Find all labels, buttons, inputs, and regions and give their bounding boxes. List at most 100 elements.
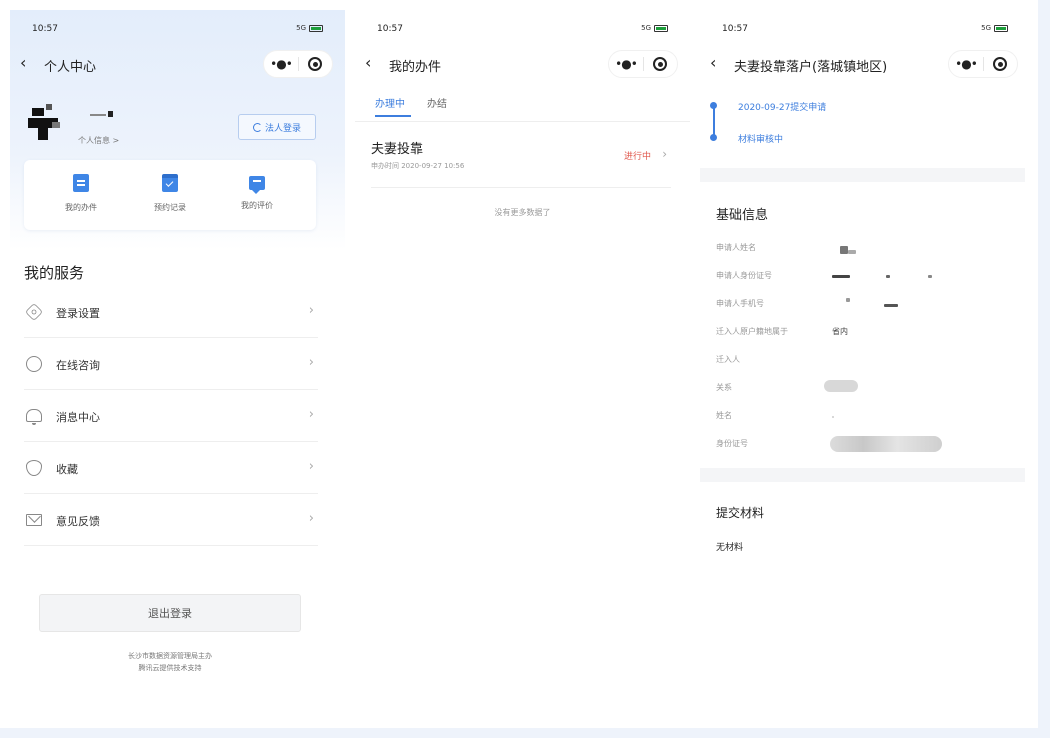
footer-credits: 长沙市数据资源管理局主办 腾讯云提供技术支持 bbox=[10, 650, 330, 674]
masked-value bbox=[928, 275, 932, 278]
back-icon[interactable]: ‹ bbox=[710, 54, 728, 74]
miniprogram-capsule: •●• bbox=[608, 50, 678, 78]
status-bar: 10:57 5G bbox=[32, 24, 323, 36]
footer-line: 腾讯云提供技术支持 bbox=[138, 664, 202, 672]
bell-icon bbox=[26, 409, 42, 425]
personal-center-screen: 10:57 5G ‹ 个人中心 •●• 个人信息 > 法人登录 我的办件 预约记… bbox=[10, 10, 345, 710]
service-item-message-center[interactable]: 消息中心 › bbox=[24, 390, 318, 442]
quick-item-my-reviews[interactable]: 我的评价 bbox=[222, 174, 292, 211]
timeline-dot bbox=[710, 134, 717, 141]
field-value: 省内 bbox=[832, 327, 848, 336]
timeline-step: 材料审核中 bbox=[738, 135, 784, 145]
more-icon[interactable]: •●• bbox=[609, 58, 643, 70]
document-icon bbox=[73, 174, 89, 192]
tab-completed[interactable]: 办结 bbox=[427, 95, 447, 110]
page-title: 个人中心 bbox=[44, 60, 97, 75]
status-bar: 10:57 5G bbox=[722, 24, 1008, 36]
masked-value bbox=[884, 304, 898, 307]
corp-login-label: 法人登录 bbox=[264, 123, 301, 134]
masked-value bbox=[830, 436, 942, 452]
status-time: 10:57 bbox=[32, 24, 58, 34]
case-item[interactable]: 夫妻投靠 申办时间 2020-09-27 10:56 进行中 › bbox=[371, 138, 671, 188]
masked-value bbox=[824, 380, 858, 392]
field-label: 迁入人 bbox=[716, 355, 740, 364]
service-item-login-settings[interactable]: 登录设置 › bbox=[24, 286, 318, 338]
masked-value bbox=[832, 416, 834, 418]
more-icon[interactable]: •●• bbox=[264, 58, 298, 70]
refresh-icon bbox=[252, 122, 262, 132]
battery-icon bbox=[654, 24, 668, 32]
frame-edge-bottom bbox=[0, 728, 1050, 738]
field-label: 姓名 bbox=[716, 411, 732, 420]
status-icons: 5G bbox=[641, 24, 668, 32]
chevron-right-icon: › bbox=[662, 147, 667, 161]
battery-icon bbox=[994, 24, 1008, 32]
service-item-label: 消息中心 bbox=[56, 411, 100, 424]
logout-button[interactable]: 退出登录 bbox=[39, 594, 301, 632]
masked-value bbox=[886, 275, 890, 278]
status-time: 10:57 bbox=[722, 24, 748, 34]
chevron-right-icon: › bbox=[308, 407, 314, 422]
mail-icon bbox=[26, 514, 42, 526]
more-icon[interactable]: •●• bbox=[949, 58, 983, 70]
tabs-divider bbox=[355, 121, 690, 122]
service-list: 登录设置 › 在线咨询 › 消息中心 › 收藏 › 意见反馈 › bbox=[24, 286, 318, 546]
service-item-label: 意见反馈 bbox=[56, 515, 100, 528]
my-cases-screen: 10:57 5G ‹ 我的办件 •●• 办理中 办结 夫妻投靠 申办时间 202… bbox=[355, 10, 690, 710]
comment-icon bbox=[249, 176, 265, 194]
signal-icon: 5G bbox=[641, 24, 651, 32]
case-title: 夫妻投靠 bbox=[371, 142, 424, 157]
section-title-my-services: 我的服务 bbox=[24, 264, 85, 282]
service-item-feedback[interactable]: 意见反馈 › bbox=[24, 494, 318, 546]
service-item-online-consult[interactable]: 在线咨询 › bbox=[24, 338, 318, 390]
tab-in-progress[interactable]: 办理中 bbox=[375, 95, 405, 110]
calendar-icon bbox=[162, 174, 178, 192]
back-icon[interactable]: ‹ bbox=[365, 54, 383, 74]
corp-login-button[interactable]: 法人登录 bbox=[238, 114, 316, 140]
close-miniprogram-icon[interactable] bbox=[644, 57, 677, 71]
field-label: 申请人手机号 bbox=[716, 299, 764, 308]
masked-value bbox=[848, 250, 856, 254]
quick-item-label: 我的办件 bbox=[65, 203, 97, 212]
masked-value bbox=[846, 298, 850, 302]
service-item-favorites[interactable]: 收藏 › bbox=[24, 442, 318, 494]
close-miniprogram-icon[interactable] bbox=[984, 57, 1017, 71]
signal-icon: 5G bbox=[296, 24, 306, 32]
service-item-label: 收藏 bbox=[56, 463, 78, 476]
materials-title: 提交材料 bbox=[716, 506, 765, 520]
avatar[interactable] bbox=[26, 102, 68, 144]
masked-value bbox=[832, 275, 850, 278]
field-label: 迁入人原户籍地属于 bbox=[716, 327, 788, 336]
active-tab-indicator bbox=[375, 115, 411, 117]
battery-icon bbox=[309, 24, 323, 32]
service-item-label: 登录设置 bbox=[56, 307, 100, 320]
quick-actions-card: 我的办件 预约记录 我的评价 bbox=[24, 160, 316, 230]
status-time: 10:57 bbox=[377, 24, 403, 34]
nav-bar: ‹ 我的办件 •●• bbox=[365, 50, 678, 78]
user-info-link[interactable]: 个人信息 > bbox=[78, 135, 119, 146]
screenshot-frame: 10:57 5G ‹ 个人中心 •●• 个人信息 > 法人登录 我的办件 预约记… bbox=[0, 0, 1050, 738]
status-icons: 5G bbox=[296, 24, 323, 32]
case-detail-screen: 10:57 5G ‹ 夫妻投靠落户(落城镇地区) •●• 2020-09-27提… bbox=[700, 10, 1030, 710]
chevron-right-icon: › bbox=[308, 303, 314, 318]
back-icon[interactable]: ‹ bbox=[20, 54, 38, 74]
field-label: 申请人身份证号 bbox=[716, 271, 772, 280]
nav-bar: ‹ 个人中心 •●• bbox=[20, 50, 333, 78]
page-title: 夫妻投靠落户(落城镇地区) bbox=[734, 60, 888, 75]
close-miniprogram-icon[interactable] bbox=[299, 57, 332, 71]
signal-icon: 5G bbox=[981, 24, 991, 32]
masked-value bbox=[840, 246, 848, 254]
quick-item-label: 我的评价 bbox=[241, 201, 273, 210]
chat-icon bbox=[26, 356, 42, 372]
quick-item-appointments[interactable]: 预约记录 bbox=[135, 174, 205, 213]
case-time: 申办时间 2020-09-27 10:56 bbox=[371, 162, 465, 170]
materials-value: 无材料 bbox=[716, 543, 744, 553]
status-badge: 进行中 bbox=[623, 152, 651, 162]
chevron-right-icon: › bbox=[308, 511, 314, 526]
miniprogram-capsule: •●• bbox=[948, 50, 1018, 78]
no-more-data: 没有更多数据了 bbox=[494, 208, 551, 217]
status-icons: 5G bbox=[981, 24, 1008, 32]
quick-item-my-cases[interactable]: 我的办件 bbox=[46, 174, 116, 213]
settings-icon bbox=[24, 302, 44, 322]
section-separator bbox=[700, 168, 1025, 182]
